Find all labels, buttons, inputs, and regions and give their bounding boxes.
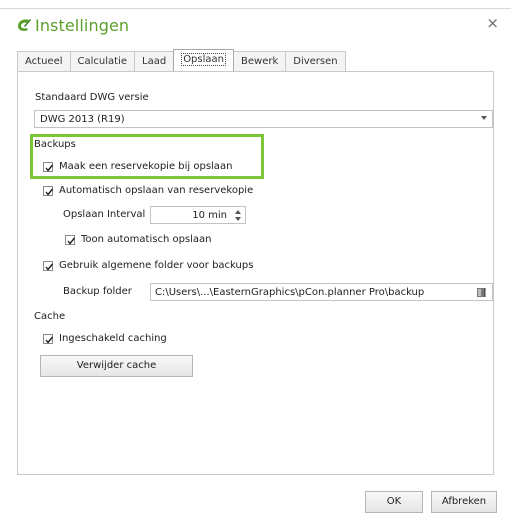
cancel-button[interactable]: Afbreken [431, 491, 497, 513]
close-icon[interactable]: × [486, 15, 499, 31]
tab-calculatie[interactable]: Calculatie [69, 51, 135, 71]
general-folder-checkbox[interactable] [43, 261, 54, 271]
spin-down-icon[interactable] [235, 217, 241, 221]
caching-label: Ingeschakeld caching [59, 333, 167, 344]
caching-checkbox[interactable] [43, 334, 54, 344]
auto-save-label: Automatisch opslaan van reservekopie [59, 185, 254, 196]
interval-label: Opslaan Interval [63, 209, 146, 220]
tab-laad[interactable]: Laad [134, 51, 175, 71]
backup-folder-value: C:\Users\...\EasternGraphics\pCon.planne… [155, 287, 425, 298]
dwg-version-value: DWG 2013 (R19) [40, 114, 125, 125]
folder-browse-icon[interactable] [476, 287, 486, 298]
window-top-border [0, 8, 511, 9]
pcon-logo-icon [18, 18, 31, 31]
title-bar: Instellingen [15, 14, 129, 36]
interval-value: 10 min [192, 210, 227, 221]
backup-folder-field[interactable]: C:\Users\...\EasternGraphics\pCon.planne… [150, 283, 493, 301]
checkmark-icon [67, 237, 76, 245]
tab-bar: Actueel Calculatie Laad Opslaan Bewerk D… [17, 49, 346, 72]
highlight-box [30, 134, 264, 179]
checkmark-icon [45, 336, 54, 344]
tab-opslaan-label: Opslaan [181, 53, 226, 66]
tab-bewerk[interactable]: Bewerk [233, 51, 287, 71]
dwg-version-label: Standaard DWG versie [35, 92, 149, 103]
chevron-down-icon [481, 116, 487, 120]
auto-save-checkbox[interactable] [43, 186, 54, 196]
tab-panel [17, 71, 494, 475]
checkmark-icon [45, 263, 54, 271]
checkmark-icon [45, 188, 54, 196]
clear-cache-button[interactable]: Verwijder cache [40, 355, 193, 377]
ok-button[interactable]: OK [365, 491, 423, 513]
dwg-version-select[interactable]: DWG 2013 (R19) [34, 110, 493, 128]
cache-section-label: Cache [34, 311, 66, 322]
tab-opslaan[interactable]: Opslaan [173, 49, 234, 71]
show-auto-save-checkbox[interactable] [65, 235, 76, 245]
spin-up-icon[interactable] [235, 210, 241, 214]
dialog-title: Instellingen [35, 15, 130, 35]
tab-diversen[interactable]: Diversen [285, 51, 346, 71]
backup-folder-label: Backup folder [63, 286, 132, 297]
general-folder-label: Gebruik algemene folder voor backups [59, 260, 254, 271]
interval-stepper[interactable]: 10 min [150, 206, 246, 224]
tab-actueel[interactable]: Actueel [17, 51, 71, 71]
show-auto-save-label: Toon automatisch opslaan [81, 234, 212, 245]
